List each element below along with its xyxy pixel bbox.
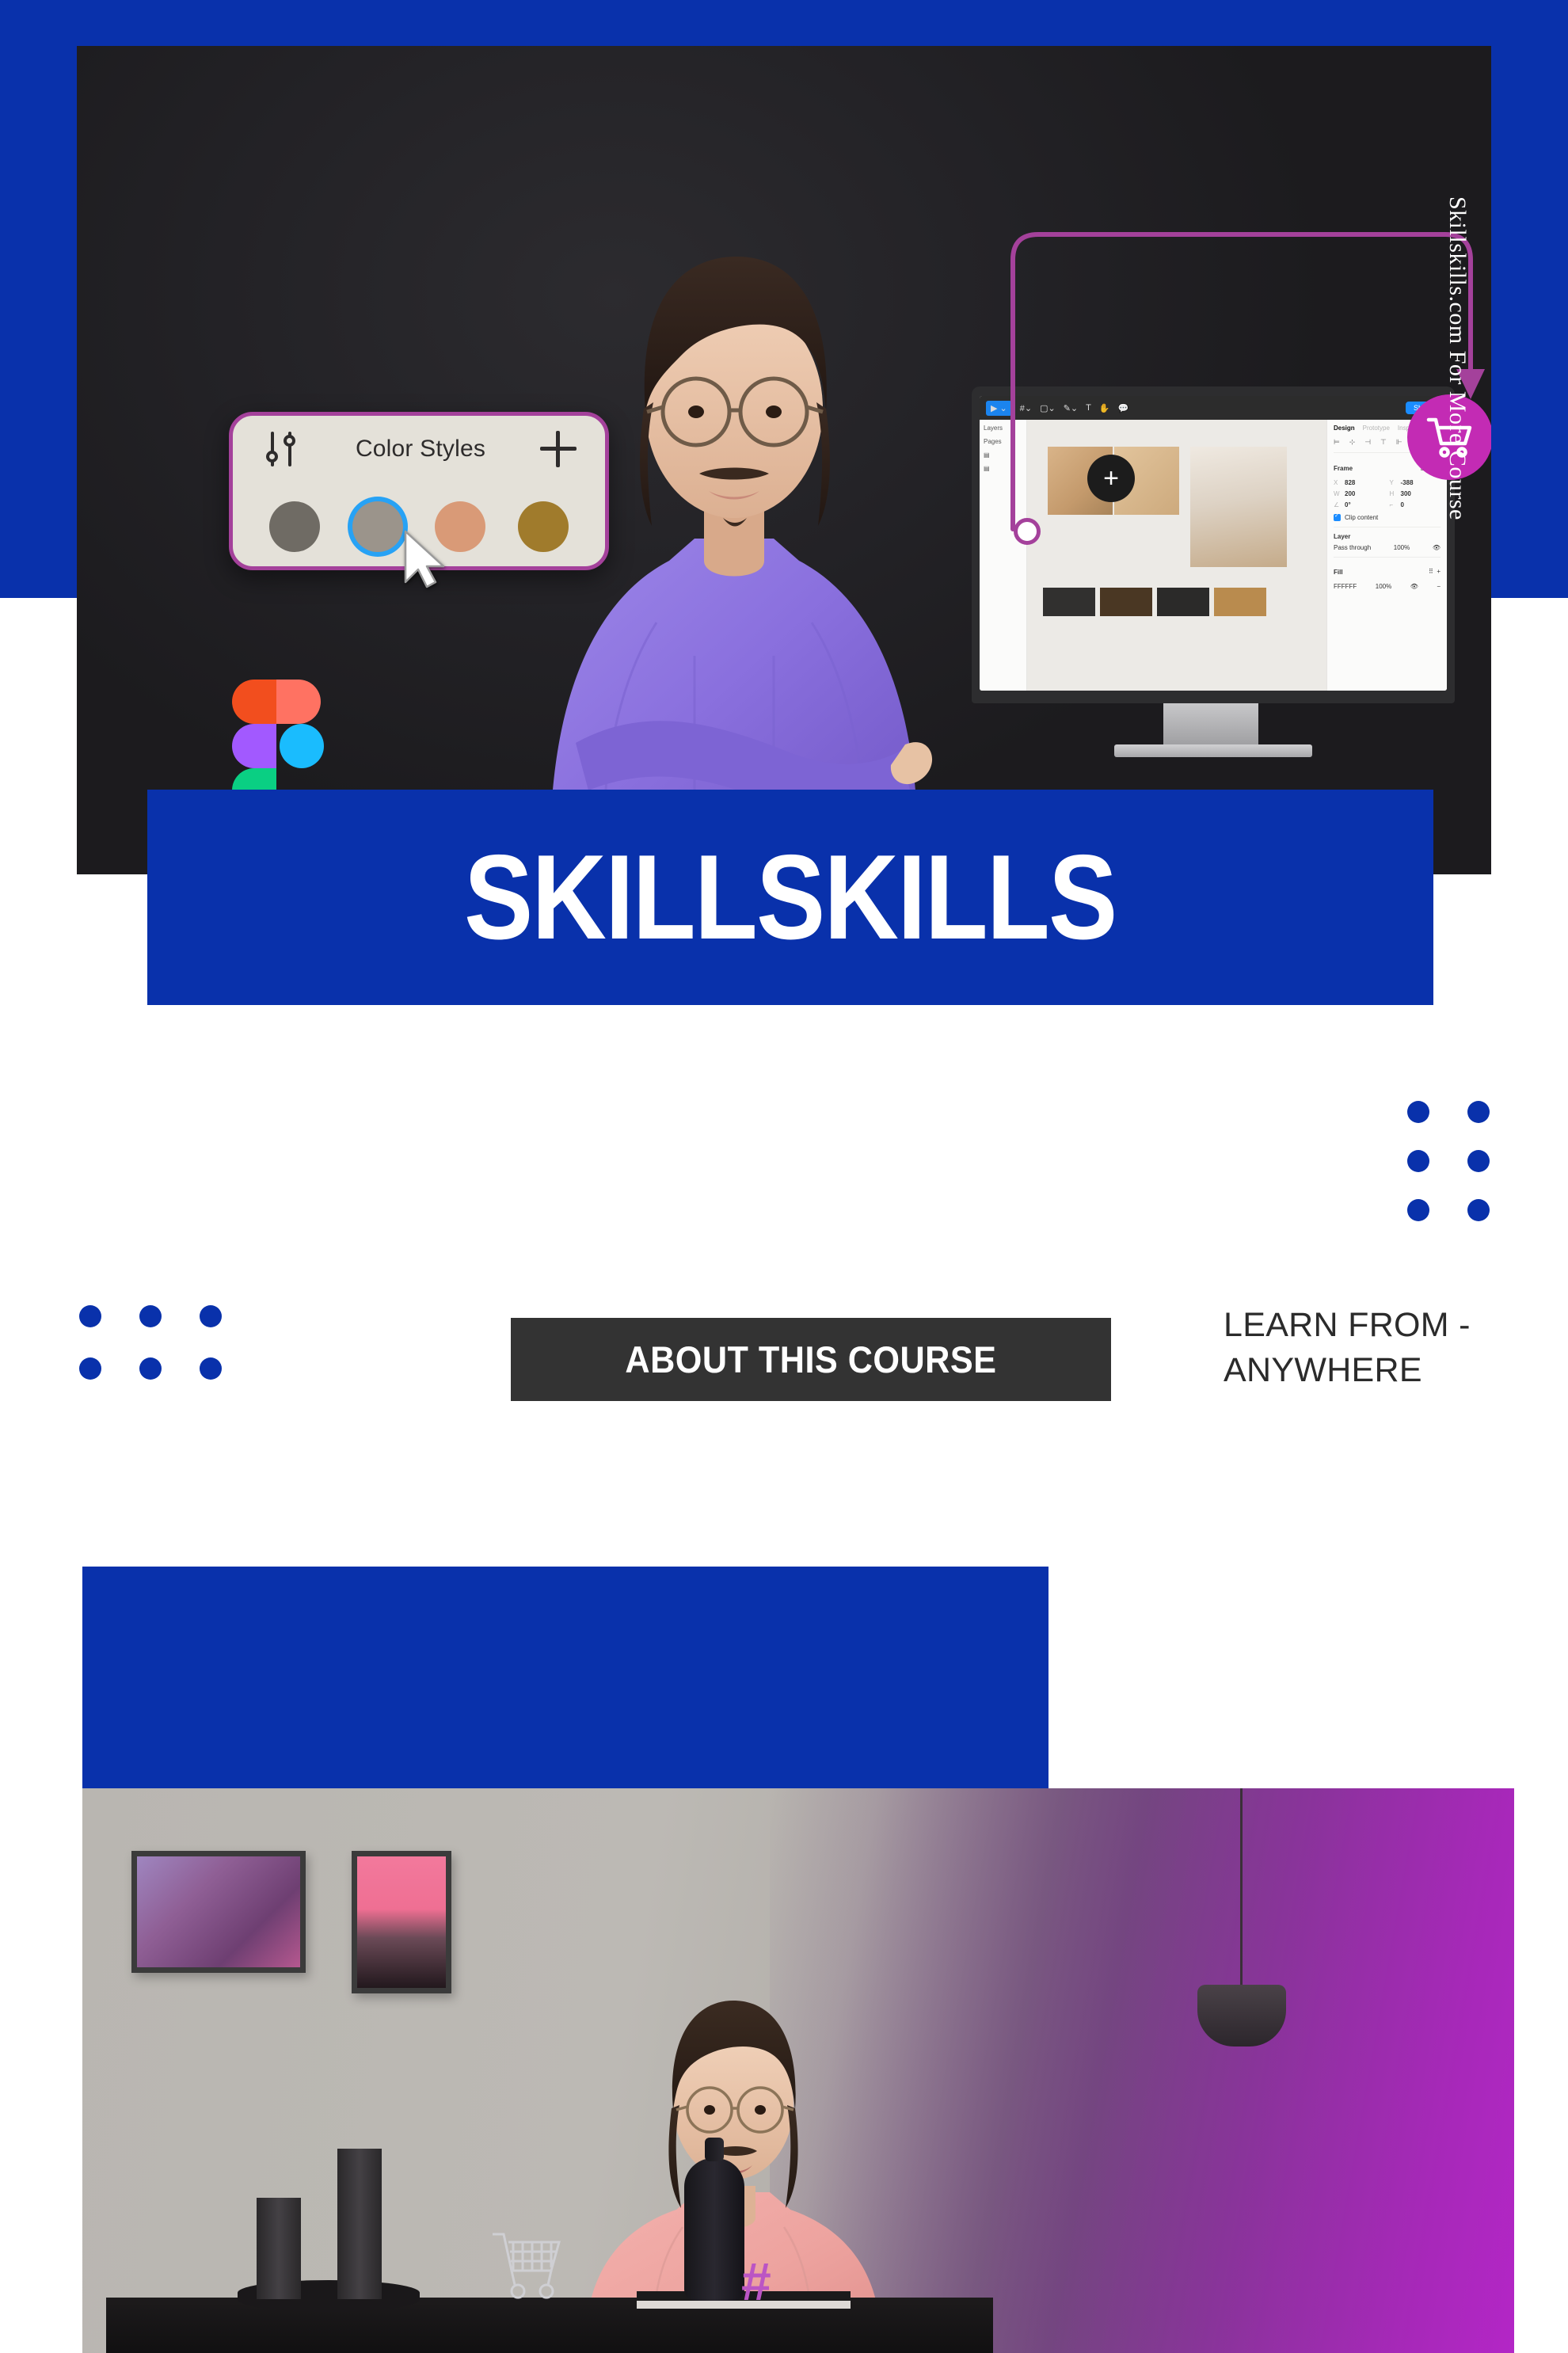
fill-section-label: Fill bbox=[1334, 569, 1343, 576]
wall-art-right bbox=[352, 1851, 451, 1993]
panel-divider-2 bbox=[1334, 557, 1441, 558]
title-bar: SKILLSKILLS bbox=[147, 790, 1433, 1005]
swatch-grey-dark[interactable] bbox=[269, 501, 321, 552]
dot bbox=[139, 1357, 162, 1380]
dot bbox=[79, 1305, 101, 1327]
add-color-style-icon[interactable] bbox=[540, 431, 577, 467]
dot bbox=[200, 1305, 222, 1327]
fill-color-hex[interactable]: FFFFFF bbox=[1334, 583, 1357, 590]
hero-photo: Color Styles ▶ ⌄ #⌄ ▢⌄ ✎⌄ T ✋ 💬 Layers P… bbox=[77, 46, 1491, 874]
speaker-tall bbox=[337, 2149, 382, 2299]
remove-fill-icon[interactable]: − bbox=[1437, 583, 1441, 590]
figma-logo-top-left bbox=[232, 680, 276, 724]
instructor-interior-photo: # bbox=[82, 1788, 1514, 2353]
layer-visibility-icon[interactable]: 👁 bbox=[1433, 544, 1441, 551]
learn-from-line-1: LEARN FROM - bbox=[1224, 1306, 1471, 1344]
swatch-ochre[interactable] bbox=[517, 501, 569, 552]
fill-row[interactable]: FFFFFF 100% 👁 − bbox=[1334, 583, 1441, 590]
dot bbox=[1407, 1199, 1429, 1221]
prototype-connector-wire bbox=[1010, 232, 1485, 531]
figma-logo-top-right bbox=[276, 680, 321, 724]
color-styles-title: Color Styles bbox=[355, 436, 486, 462]
page-title: SKILLSKILLS bbox=[464, 830, 1117, 965]
monitor-stand bbox=[1163, 702, 1258, 748]
dot bbox=[139, 1305, 162, 1327]
dot-grid-right bbox=[1407, 1101, 1490, 1221]
swatch-grey-mid[interactable] bbox=[352, 501, 403, 552]
canvas-thumb-1[interactable] bbox=[1043, 588, 1095, 616]
about-this-course-chip: ABOUT THIS COURSE bbox=[511, 1318, 1111, 1401]
dot bbox=[1467, 1150, 1490, 1172]
figma-logo-mid-right bbox=[280, 724, 324, 768]
prototype-start-dot[interactable] bbox=[1014, 518, 1041, 545]
color-styles-card[interactable]: Color Styles bbox=[229, 412, 609, 588]
dot bbox=[1467, 1199, 1490, 1221]
dot-grid-left bbox=[79, 1305, 222, 1380]
fill-opacity[interactable]: 100% bbox=[1376, 583, 1391, 590]
canvas-thumb-2[interactable] bbox=[1100, 588, 1152, 616]
hashtag-ornament: # bbox=[741, 2252, 771, 2312]
console-table bbox=[106, 2298, 993, 2353]
figma-logo-mid-left bbox=[232, 724, 276, 768]
learn-from-line-2: ANYWHERE bbox=[1224, 1350, 1422, 1389]
layer-blend-mode[interactable]: Pass through bbox=[1334, 544, 1371, 551]
dot bbox=[1467, 1101, 1490, 1123]
pendant-lamp-cord bbox=[1240, 1788, 1243, 1986]
dot bbox=[200, 1357, 222, 1380]
fill-section-header: Fill ⠿ + bbox=[1334, 563, 1441, 580]
layer-blend-row[interactable]: Pass through 100% 👁 bbox=[1334, 544, 1441, 551]
speaker-short bbox=[257, 2198, 301, 2299]
canvas-thumb-3[interactable] bbox=[1157, 588, 1209, 616]
about-this-course-label: ABOUT THIS COURSE bbox=[625, 1338, 997, 1380]
monitor-base bbox=[1114, 744, 1312, 757]
dot bbox=[1407, 1150, 1429, 1172]
fill-visibility-icon[interactable]: 👁 bbox=[1410, 583, 1418, 590]
pendant-lamp-shade bbox=[1197, 1985, 1286, 2047]
dot bbox=[79, 1357, 101, 1380]
add-fill-icon[interactable]: ⠿ + bbox=[1429, 568, 1441, 575]
wall-art-left bbox=[131, 1851, 306, 1973]
learn-from-anywhere-text: LEARN FROM - ANYWHERE bbox=[1224, 1303, 1540, 1393]
dot bbox=[1407, 1101, 1429, 1123]
blue-accent-block bbox=[82, 1567, 1049, 1788]
watermark-text: Skillskills.com For More Course bbox=[1444, 196, 1471, 520]
sliders-icon[interactable] bbox=[261, 432, 301, 466]
color-styles-header: Color Styles bbox=[233, 427, 605, 471]
canvas-thumb-4[interactable] bbox=[1214, 588, 1266, 616]
mini-shopping-cart bbox=[493, 2233, 561, 2299]
black-vase bbox=[684, 2138, 744, 2301]
layer-opacity[interactable]: 100% bbox=[1394, 544, 1410, 551]
